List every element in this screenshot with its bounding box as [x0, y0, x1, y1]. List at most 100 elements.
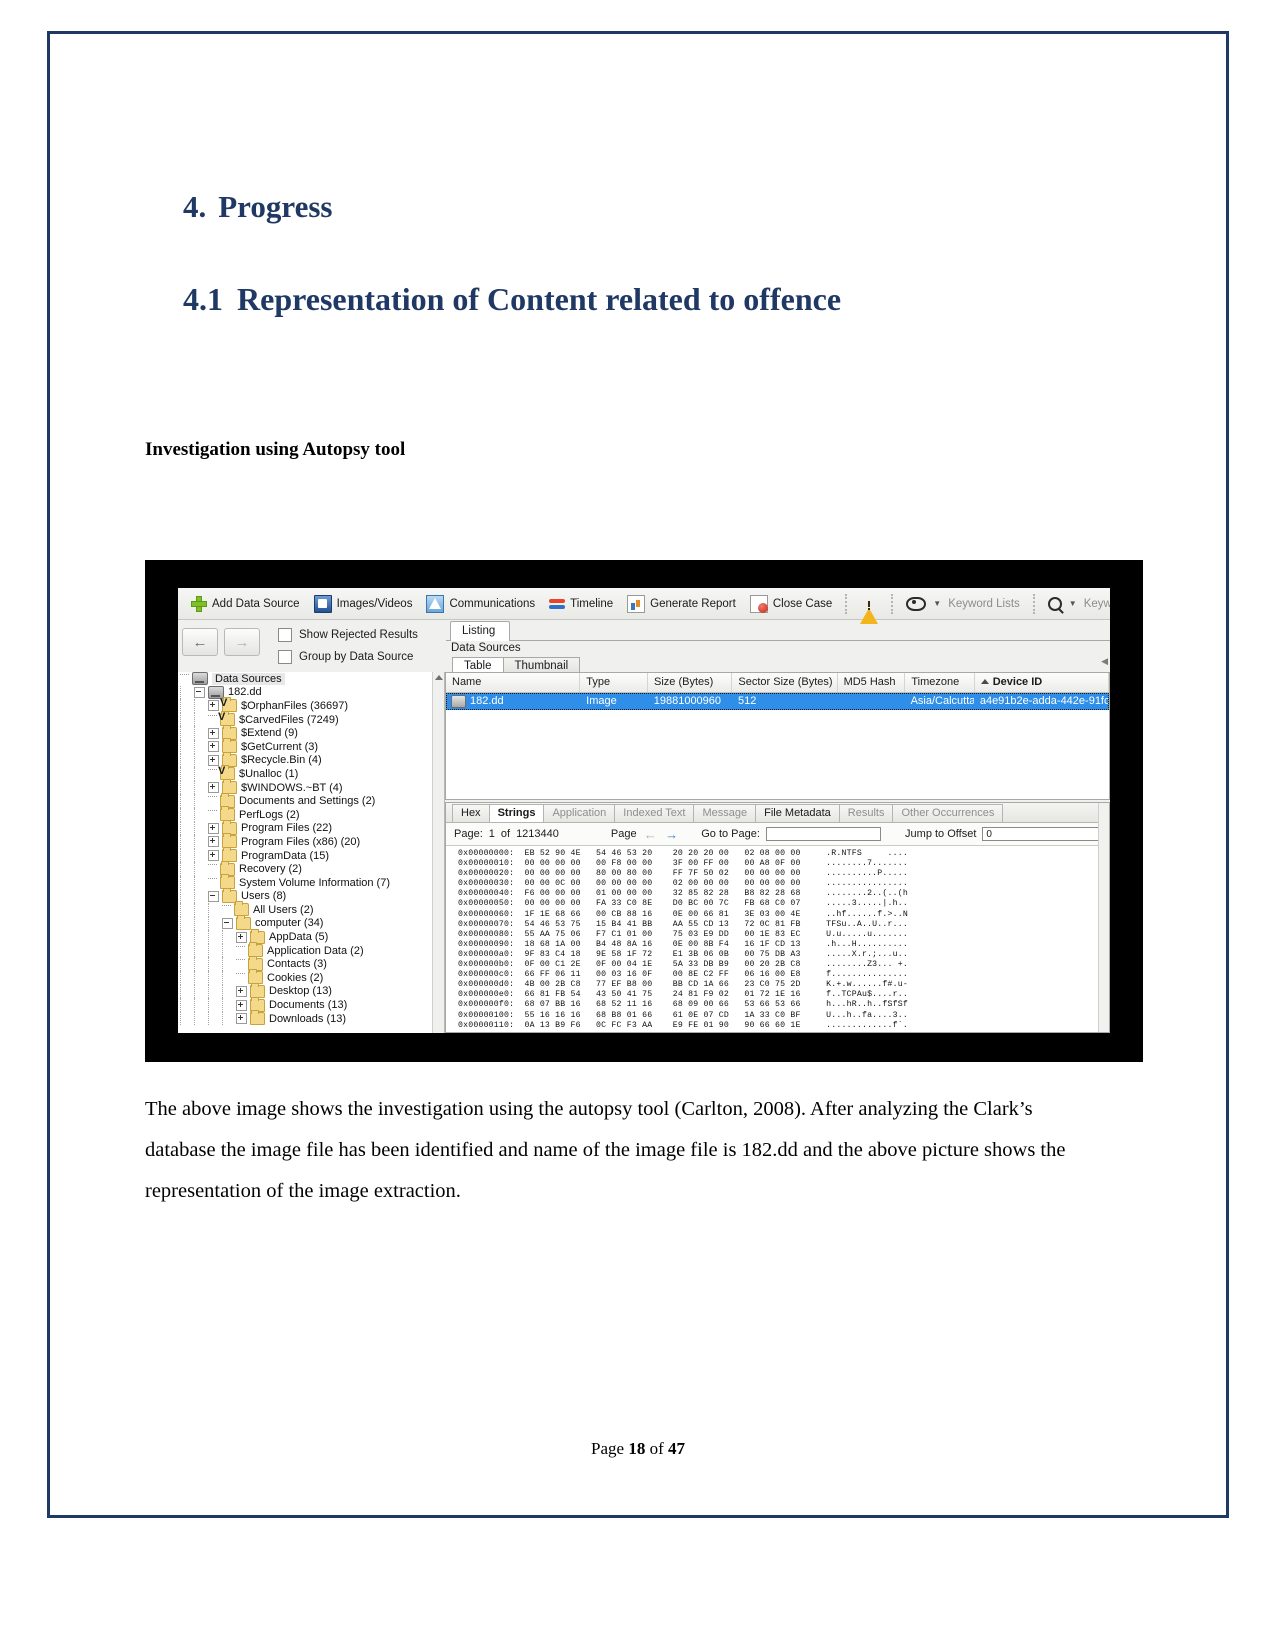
expand-icon[interactable] — [208, 822, 219, 834]
toolbar-communications[interactable]: Communications — [419, 594, 542, 613]
tree-item-label: $CarvedFiles (7249) — [239, 713, 339, 726]
tree-item[interactable]: $Extend (9) — [178, 724, 444, 740]
tree-item[interactable]: Application Data (2) — [178, 942, 444, 958]
prev-page-icon[interactable]: ← — [643, 827, 658, 842]
table-column-header[interactable]: MD5 Hash — [838, 673, 906, 692]
viewer-scrollbar[interactable] — [1098, 803, 1109, 1032]
listing-title: Data Sources — [451, 642, 521, 654]
tree-indent — [180, 767, 182, 781]
table-cell: 512 — [737, 695, 757, 707]
collapse-icon[interactable] — [208, 890, 219, 902]
expand-icon[interactable] — [208, 741, 219, 753]
tree-indent — [194, 862, 196, 876]
expand-icon[interactable] — [208, 700, 219, 712]
next-page-icon[interactable]: → — [664, 827, 679, 842]
expand-icon[interactable] — [236, 1013, 247, 1025]
tree-item[interactable]: Recovery (2) — [178, 860, 444, 876]
tree-indent — [194, 753, 196, 768]
table-column-header[interactable]: Size (Bytes) — [648, 673, 733, 692]
table-column-header[interactable]: Timezone — [905, 673, 975, 692]
images-videos-icon — [313, 594, 332, 613]
filter-checkboxes: Show Rejected Results Group by Data Sour… — [278, 624, 418, 668]
forward-button[interactable]: → — [224, 628, 260, 656]
jump-offset-input[interactable]: 0 — [982, 827, 1109, 841]
panel-collapse-icon[interactable]: ◀ — [1101, 656, 1108, 667]
checkbox-icon[interactable] — [278, 650, 292, 664]
toolbar-add-data-source[interactable]: Add Data Source — [184, 595, 307, 612]
communications-icon — [426, 594, 445, 613]
data-sources-table[interactable]: Name Type Size (Bytes) Sector Size (Bytes) M… — [445, 672, 1110, 800]
checkbox-icon[interactable] — [278, 628, 292, 642]
tree-item[interactable]: Users (8) — [178, 887, 444, 904]
toolbar-divider — [891, 593, 894, 614]
viewer-tab-hex[interactable]: Hex — [452, 804, 490, 822]
tree-item[interactable]: System Volume Information (7) — [178, 874, 444, 890]
page-title: 4. Progress — [183, 189, 332, 225]
collapse-icon[interactable] — [222, 917, 233, 929]
viewer-tab-file-metadata[interactable]: File Metadata — [755, 804, 840, 822]
toolbar-close-case[interactable]: Close Case — [743, 594, 839, 613]
tree-item[interactable]: PerfLogs (2) — [178, 806, 444, 822]
tree-item[interactable]: Downloads (13) — [178, 1010, 444, 1026]
toolbar-warning[interactable] — [853, 595, 885, 624]
expand-icon[interactable] — [236, 931, 247, 943]
tree-indent — [180, 875, 182, 890]
tree-item-label: Documents and Settings (2) — [239, 795, 376, 808]
tree-item[interactable]: All Users (2) — [178, 901, 444, 917]
expand-icon[interactable] — [208, 727, 219, 739]
tree-indent — [180, 835, 182, 849]
tree-item[interactable]: Desktop (13) — [178, 982, 444, 999]
tree-item[interactable]: $GetCurrent (3) — [178, 738, 444, 754]
tree-item[interactable]: Documents (13) — [178, 996, 444, 1012]
table-row[interactable]: 182.dd Image 19881000960 512 Asia/Calcutta a4… — [446, 693, 1109, 710]
tree-item[interactable]: $Unalloc (1) — [178, 765, 444, 781]
table-column-header[interactable]: Type — [580, 673, 649, 692]
expand-icon[interactable] — [208, 782, 219, 794]
expand-icon[interactable] — [208, 850, 219, 862]
tree-item[interactable]: ProgramData (15) — [178, 847, 444, 863]
expand-icon[interactable] — [208, 836, 219, 848]
tree-item[interactable]: 182.dd — [178, 685, 444, 700]
expand-icon[interactable] — [236, 985, 247, 997]
tree-indent — [222, 971, 224, 985]
footer-total-pages: 47 — [667, 1439, 685, 1458]
table-column-header[interactable]: Sector Size (Bytes) — [732, 673, 838, 692]
tree-item[interactable]: Cookies (2) — [178, 969, 444, 985]
table-column-header[interactable]: Name — [446, 673, 581, 692]
back-button[interactable]: ← — [182, 628, 218, 656]
toolbar-images-videos[interactable]: Images/Videos — [307, 594, 420, 613]
toolbar-timeline[interactable]: Timeline — [542, 596, 620, 612]
tree-item[interactable]: Contacts (3) — [178, 955, 444, 972]
toolbar-generate-report[interactable]: Generate Report — [620, 594, 743, 613]
expand-icon[interactable] — [236, 999, 247, 1011]
toolbar-keyword-search[interactable]: ▼ Keyword Se — [1041, 596, 1110, 611]
checkbox-group-by-data-source[interactable]: Group by Data Source — [278, 646, 418, 668]
toolbar-keyword-lists[interactable]: ▼ Keyword Lists — [899, 596, 1027, 611]
data-sources-tree[interactable]: Data Sources182.dd$OrphanFiles (36697)$C… — [178, 672, 445, 1033]
tree-item[interactable]: Data Sources — [178, 672, 444, 686]
tree-indent — [208, 984, 210, 999]
scroll-up-icon[interactable] — [435, 675, 443, 680]
tree-indent — [222, 943, 224, 958]
tree-indent — [194, 821, 196, 836]
tree-item[interactable]: AppData (5) — [178, 928, 444, 944]
checkbox-show-rejected-results[interactable]: Show Rejected Results — [278, 624, 418, 646]
toolbar-label: Close Case — [772, 597, 833, 610]
tree-scrollbar[interactable] — [432, 672, 444, 1033]
table-header-row: Name Type Size (Bytes) Sector Size (Bytes) M… — [446, 673, 1109, 693]
tree-item[interactable]: Program Files (22) — [178, 819, 444, 836]
tree-item[interactable]: computer (34) — [178, 914, 444, 931]
collapse-icon[interactable] — [194, 686, 205, 698]
table-column-header[interactable]: Device ID — [975, 673, 1109, 692]
tree-item[interactable]: Program Files (x86) (20) — [178, 833, 444, 849]
goto-page-input[interactable] — [765, 827, 882, 841]
tree-item[interactable]: $WINDOWS.~BT (4) — [178, 779, 444, 795]
expand-icon[interactable] — [208, 754, 219, 766]
tree-item[interactable]: $CarvedFiles (7249) — [178, 711, 444, 727]
hex-dump-content: 0x00000000: EB 52 90 4E 54 46 53 20 20 2… — [458, 849, 908, 1030]
tree-item[interactable]: Documents and Settings (2) — [178, 792, 444, 808]
table-cell: 182.dd — [447, 694, 580, 709]
tree-indent — [222, 930, 224, 944]
viewer-tab-strings[interactable]: Strings — [488, 804, 545, 822]
tab-listing[interactable]: Listing — [450, 621, 511, 641]
